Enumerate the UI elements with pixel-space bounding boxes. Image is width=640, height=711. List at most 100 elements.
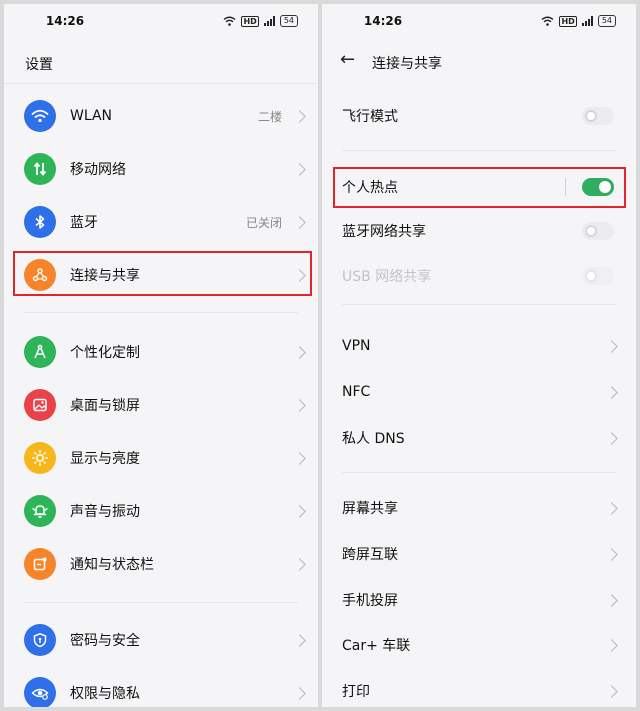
link-row[interactable]: Car+ 车联 [322, 623, 636, 667]
brightness-icon [24, 442, 56, 474]
hd-badge: HD [559, 15, 577, 27]
settings-item[interactable]: 显示与亮度 [4, 433, 318, 483]
mobile-data-icon [24, 153, 56, 185]
highlight-box [13, 251, 312, 296]
settings-item-label: 声音与振动 [70, 504, 140, 520]
notification-icon [24, 548, 56, 580]
link-row[interactable]: VPN [322, 324, 636, 368]
chevron-right-icon [293, 686, 306, 700]
shield-icon [24, 624, 56, 656]
status-bar: 14:26 HD 54 [322, 4, 636, 38]
row-label: USB 网络共享 [342, 269, 432, 285]
row-label: 私人 DNS [342, 431, 405, 447]
toggle-row[interactable]: 蓝牙网络共享 [322, 209, 636, 253]
link-row[interactable]: 私人 DNS [322, 416, 636, 460]
chevron-right-icon [293, 162, 306, 176]
settings-item-label: 权限与隐私 [70, 686, 140, 702]
link-row[interactable]: 打印未开启 [322, 669, 636, 707]
settings-item-label: 蓝牙 [70, 215, 98, 231]
signal-icon [263, 16, 275, 26]
chevron-right-icon [605, 385, 618, 399]
bell-icon [24, 495, 56, 527]
divider [24, 602, 298, 603]
privacy-eye-icon [24, 677, 56, 707]
settings-item[interactable]: 桌面与锁屏 [4, 380, 318, 430]
chevron-right-icon [605, 501, 618, 515]
link-row[interactable]: NFC [322, 370, 636, 414]
settings-item[interactable]: 个性化定制 [4, 327, 318, 377]
chevron-right-icon [293, 504, 306, 518]
row-label: 手机投屏 [342, 593, 398, 609]
connection-sharing-panel: 14:26 HD 54 ← 连接与共享 飞行模式 个人热点 蓝牙网络共享 USB 网络… [322, 4, 636, 707]
settings-item[interactable]: 权限与隐私 [4, 668, 318, 707]
row-label: VPN [342, 338, 371, 354]
toggle-switch [582, 267, 614, 285]
link-row[interactable]: 手机投屏 [322, 578, 636, 622]
chevron-right-icon [293, 557, 306, 571]
bluetooth-icon [24, 206, 56, 238]
settings-item-label: 个性化定制 [70, 345, 140, 361]
toggle-knob [585, 270, 597, 282]
wifi-status-icon [224, 16, 236, 26]
row-label: 打印 [342, 684, 370, 700]
page-title: 设置 [25, 57, 53, 73]
settings-item-label: 移动网络 [70, 162, 126, 178]
settings-item[interactable]: 移动网络 [4, 144, 318, 194]
toggle-switch[interactable] [582, 107, 614, 125]
settings-item-label: 密码与安全 [70, 633, 140, 649]
chevron-right-icon [293, 451, 306, 465]
toggle-row[interactable]: USB 网络共享 [322, 254, 636, 298]
settings-item[interactable]: 密码与安全 [4, 615, 318, 665]
chevron-right-icon [293, 633, 306, 647]
status-time: 14:26 [45, 14, 85, 28]
settings-item[interactable]: 通知与状态栏 [4, 539, 318, 589]
toggle-row[interactable]: 飞行模式 [322, 94, 636, 138]
row-label: Car+ 车联 [342, 638, 411, 654]
chevron-right-icon [293, 345, 306, 359]
link-row[interactable]: 跨屏互联 [322, 532, 636, 576]
settings-item-label: 显示与亮度 [70, 451, 140, 467]
row-label: 飞行模式 [342, 109, 398, 125]
row-label: 蓝牙网络共享 [342, 224, 426, 240]
settings-item[interactable]: 蓝牙 已关闭 [4, 197, 318, 247]
settings-item-label: 通知与状态栏 [70, 557, 154, 573]
chevron-right-icon [605, 593, 618, 607]
wifi-status-icon [542, 16, 554, 26]
hd-badge: HD [241, 15, 259, 27]
chevron-right-icon [605, 547, 618, 561]
row-label: NFC [342, 384, 371, 400]
row-label: 跨屏互联 [342, 547, 398, 563]
divider [342, 472, 616, 473]
chevron-right-icon [293, 109, 306, 123]
chevron-right-icon [293, 398, 306, 412]
divider [24, 312, 298, 313]
battery-icon: 54 [597, 15, 616, 27]
settings-item-value: 二楼 [257, 109, 282, 124]
chevron-right-icon [293, 215, 306, 229]
chevron-right-icon [605, 431, 618, 445]
wallpaper-icon [24, 389, 56, 421]
highlight-box [333, 167, 626, 208]
link-row[interactable]: 屏幕共享 [322, 486, 636, 530]
toggle-knob [585, 110, 597, 122]
row-label: 屏幕共享 [342, 501, 398, 517]
divider [342, 304, 616, 305]
settings-item-label: WLAN [70, 108, 113, 124]
battery-icon: 54 [279, 15, 298, 27]
back-arrow-icon[interactable]: ← [340, 49, 355, 70]
chevron-right-icon [605, 339, 618, 353]
settings-item[interactable]: WLAN 二楼 [4, 91, 318, 141]
settings-item-value: 已关闭 [245, 215, 282, 230]
compass-icon [24, 336, 56, 368]
settings-item[interactable]: 声音与振动 [4, 486, 318, 536]
divider [342, 150, 616, 151]
chevron-right-icon [605, 684, 618, 698]
wifi-icon [24, 100, 56, 132]
page-title: 连接与共享 [372, 56, 442, 72]
signal-icon [581, 16, 593, 26]
toggle-switch[interactable] [582, 222, 614, 240]
status-time: 14:26 [363, 14, 403, 28]
status-bar: 14:26 HD 54 [4, 4, 318, 38]
chevron-right-icon [605, 638, 618, 652]
settings-item-label: 桌面与锁屏 [70, 398, 140, 414]
